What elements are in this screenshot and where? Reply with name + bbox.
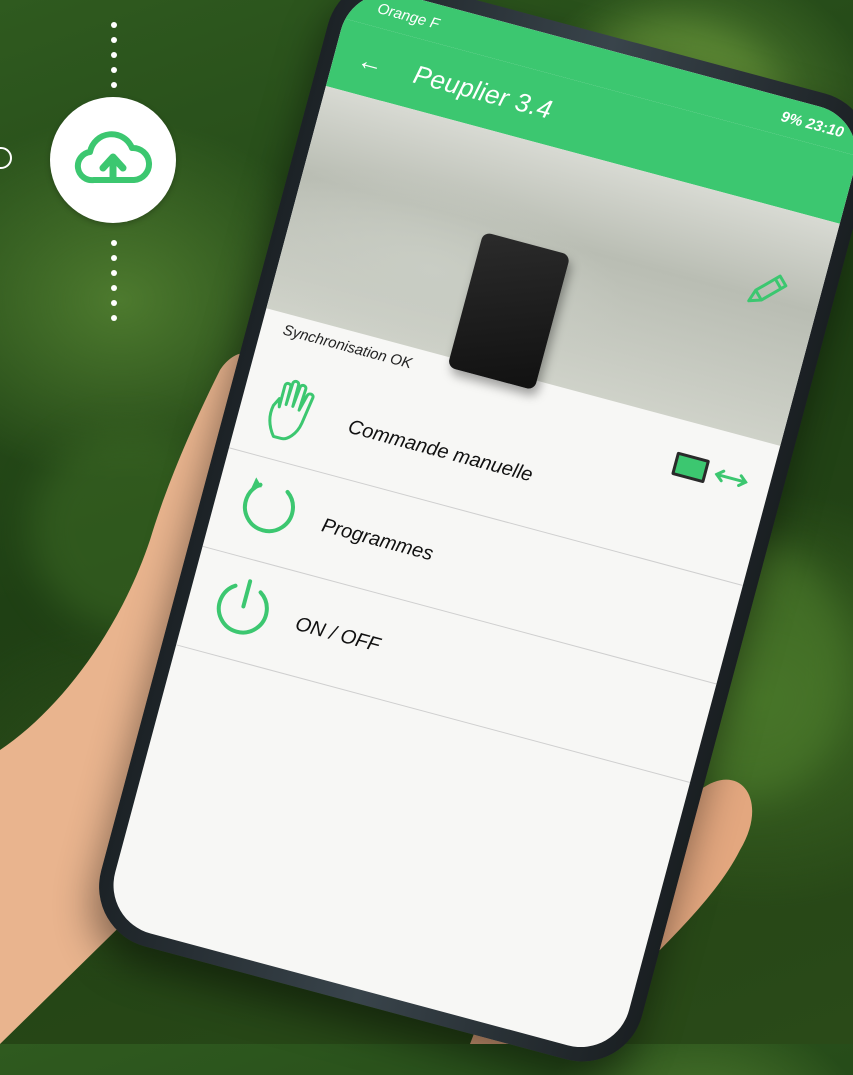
controller-device-image [447,231,571,391]
cloud-upload-icon [74,131,152,184]
thumb [150,330,450,630]
battery-clock: 9% 23:10 [779,108,846,142]
back-arrow-icon[interactable]: ← [354,44,387,81]
dotted-connector-top [111,22,117,97]
carrier-label: Orange F [375,0,442,33]
cloud-upload-badge [50,97,176,223]
dotted-connector-bottom [111,240,117,330]
edit-pencil-icon[interactable] [739,262,795,318]
connector-ring [0,147,12,169]
